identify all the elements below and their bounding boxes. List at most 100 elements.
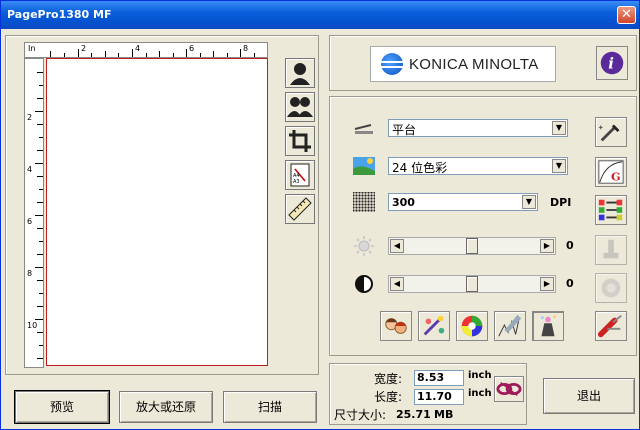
- crop-button[interactable]: [285, 126, 315, 156]
- size-pane: 宽度: 8.53 inch 长度: 11.70 inch 尺寸大小: 25.71…: [329, 363, 527, 425]
- sharpen-icon: [498, 314, 522, 337]
- color-photo-icon: [352, 155, 376, 177]
- curve-icon: G: [598, 160, 624, 184]
- brand-name: KONICA MINOLTA: [409, 55, 539, 73]
- disabled-tool-2-button[interactable]: [595, 273, 627, 303]
- source-select[interactable]: 平台 ▼: [388, 119, 568, 137]
- lens-icon: [601, 278, 621, 298]
- filesize-label: 尺寸大小:: [334, 408, 387, 422]
- color-balance-button[interactable]: [456, 311, 488, 341]
- eyedropper-icon: [598, 124, 620, 142]
- contrast-value: 0: [566, 277, 574, 290]
- plunger-icon: [603, 239, 619, 259]
- contrast-icon: [352, 273, 376, 295]
- logo-pane: KONICA MINOLTA i: [329, 35, 637, 91]
- crop-icon: [289, 130, 311, 152]
- paper-size-button[interactable]: A4 A3: [285, 160, 315, 190]
- faces-button[interactable]: [380, 311, 412, 341]
- close-button[interactable]: ✕: [617, 6, 636, 24]
- resolution-value: 300: [392, 196, 415, 209]
- disabled-tool-1-button[interactable]: [595, 235, 627, 265]
- width-field[interactable]: 8.53: [414, 370, 464, 386]
- brightness-icon: [352, 235, 376, 257]
- gamma-curve-button[interactable]: G: [595, 157, 627, 187]
- chevron-down-icon[interactable]: ▼: [552, 121, 566, 135]
- vertical-ruler: 2 4 6 8 10: [24, 58, 44, 368]
- person-icon: [290, 63, 310, 85]
- ruler-top-label: 8: [243, 44, 249, 53]
- exit-button[interactable]: 退出: [543, 378, 635, 414]
- paper-size-icon: A4A3: [290, 163, 310, 187]
- contrast-slider[interactable]: ◀ ▶: [388, 275, 556, 293]
- scan-button[interactable]: 扫描: [223, 391, 317, 423]
- ruler-left-label: 4: [27, 165, 33, 174]
- preview-button[interactable]: 预览: [14, 390, 110, 424]
- filesize-value: 25.71: [396, 408, 431, 421]
- settings-pane: 平台 ▼ 24 位色彩 ▼ 300 ▼ DPI ◀ ▶ 0 ◀ ▶ 0 G: [329, 96, 637, 356]
- auto-correct-button[interactable]: [532, 311, 564, 341]
- single-person-button[interactable]: [285, 58, 315, 88]
- ruler-left-label: 6: [27, 217, 33, 226]
- resolution-select[interactable]: 300 ▼: [388, 193, 538, 211]
- brightness-slider[interactable]: ◀ ▶: [388, 237, 556, 255]
- magic-hat-icon: [541, 315, 556, 337]
- color-mode-select[interactable]: 24 位色彩 ▼: [388, 157, 568, 175]
- title-bar: PagePro1380 MF ✕: [1, 1, 639, 29]
- lock-aspect-button[interactable]: [494, 376, 524, 402]
- slider-right-arrow-icon[interactable]: ▶: [540, 239, 554, 253]
- faces-icon: [385, 318, 407, 334]
- preview-area[interactable]: [46, 58, 268, 366]
- window-title: PagePro1380 MF: [7, 8, 112, 21]
- swiss-knife-icon: [597, 314, 622, 338]
- dpi-label: DPI: [550, 196, 572, 209]
- chevron-down-icon[interactable]: ▼: [522, 195, 536, 209]
- magic-wand-icon: [423, 315, 445, 336]
- svg-text:A3: A3: [293, 179, 300, 185]
- zoom-button[interactable]: 放大或还原: [119, 391, 213, 423]
- filesize-unit: MB: [434, 408, 454, 421]
- slider-left-arrow-icon[interactable]: ◀: [390, 277, 404, 291]
- descreen-button[interactable]: [418, 311, 450, 341]
- length-unit: inch: [468, 388, 492, 399]
- resolution-icon: [352, 191, 376, 213]
- scanner-window: PagePro1380 MF ✕ In 2 4 6 8 2 4 6 8 10 A…: [0, 0, 640, 430]
- brightness-value: 0: [566, 239, 574, 252]
- globe-icon: [381, 53, 403, 75]
- rgb-channels-icon: [598, 199, 623, 221]
- ruler-icon: [288, 197, 312, 221]
- tools-button[interactable]: [595, 311, 627, 341]
- info-icon: i: [600, 51, 624, 75]
- chain-link-icon: [496, 381, 522, 397]
- contrast-slider-thumb[interactable]: [466, 276, 478, 292]
- sharpen-button[interactable]: [494, 311, 526, 341]
- ruler-top-label: 2: [81, 44, 87, 53]
- svg-text:i: i: [608, 55, 614, 73]
- flatbed-icon: [352, 117, 376, 139]
- slider-right-arrow-icon[interactable]: ▶: [540, 277, 554, 291]
- length-field[interactable]: 11.70: [414, 389, 464, 405]
- color-wheel-icon: [461, 315, 483, 337]
- color-mode-value: 24 位色彩: [392, 161, 448, 175]
- width-unit: inch: [468, 370, 492, 381]
- length-label: 长度:: [374, 390, 403, 404]
- ruler-left-label: 2: [27, 113, 33, 122]
- slider-left-arrow-icon[interactable]: ◀: [390, 239, 404, 253]
- ruler-unit: In: [28, 44, 36, 53]
- chevron-down-icon[interactable]: ▼: [552, 159, 566, 173]
- brightness-slider-thumb[interactable]: [466, 238, 478, 254]
- ruler-left-label: 10: [27, 321, 38, 330]
- brand-logo: KONICA MINOLTA: [370, 46, 556, 82]
- people-icon: [287, 97, 313, 117]
- color-channels-button[interactable]: [595, 195, 627, 225]
- ruler-button[interactable]: [285, 194, 315, 224]
- source-value: 平台: [392, 123, 417, 137]
- ruler-top-label: 6: [189, 44, 195, 53]
- horizontal-ruler: In 2 4 6 8: [24, 42, 268, 58]
- multi-person-button[interactable]: [285, 92, 315, 122]
- preview-pane: In 2 4 6 8 2 4 6 8 10 A4 A3: [5, 35, 319, 375]
- width-label: 宽度:: [374, 372, 403, 386]
- ruler-top-label: 4: [135, 44, 141, 53]
- ruler-left-label: 8: [27, 269, 33, 278]
- info-button[interactable]: i: [596, 46, 628, 80]
- eyedropper-button[interactable]: [595, 117, 627, 147]
